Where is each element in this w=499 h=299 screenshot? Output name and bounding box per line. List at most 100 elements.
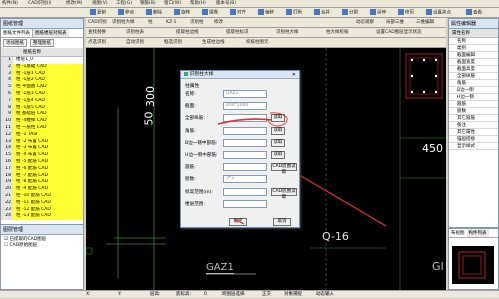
list-item[interactable]: 8柱 -1层5 CAD	[1, 104, 83, 112]
property-row[interactable]: 截面宽度	[449, 59, 498, 66]
dialog-read-button[interactable]: CAD底图读取	[271, 187, 297, 200]
list-item[interactable]: 20 柱 -9 配筋 CAD	[1, 186, 83, 193]
generate-edge-button[interactable]: 生成柱边线	[202, 39, 225, 47]
add-drawing-button[interactable]: 添加图纸	[3, 39, 27, 47]
menu-item-8[interactable]: 版本号(B)	[216, 0, 236, 8]
menu-item-3[interactable]: 视图(V)	[92, 0, 108, 8]
list-item[interactable]: 23 柱 -12 配筋 CAD	[1, 206, 83, 214]
tab-layout-view[interactable]: 布视图	[449, 229, 467, 237]
tab-floor-map[interactable]: 图纸楼层对照表	[33, 29, 69, 37]
column-type-dropdown[interactable]: 柱	[148, 19, 153, 27]
ok-button[interactable]: 确定	[229, 218, 247, 226]
property-row[interactable]: 角筋	[449, 80, 498, 87]
layer-option-original[interactable]: ☐ CAD原始图层	[4, 242, 80, 248]
dialog-read-button[interactable]: CAD底图读取	[271, 163, 297, 175]
list-item[interactable]: 12 柱 -1 TASI	[1, 131, 83, 139]
property-row[interactable]: 类别	[449, 45, 498, 52]
box-recognize-button[interactable]: 框选识别	[164, 39, 182, 47]
dialog-field-input[interactable]: 3*3	[223, 175, 267, 184]
dialog-field-input[interactable]	[223, 138, 267, 147]
toolbar-move-button[interactable]: 移动	[118, 9, 134, 18]
list-item[interactable]: 22 柱 -11 配筋 CAD	[1, 199, 83, 207]
extract-column-edge-button[interactable]: 提取柱边线	[176, 29, 199, 37]
list-item[interactable]: 17 柱 -6 配筋 CAD	[1, 165, 83, 173]
check-element-button[interactable]: 校核柱图元	[246, 39, 269, 47]
cad-recognize-dropdown[interactable]: CAD识别	[88, 19, 107, 27]
local-3d-button[interactable]: 局部三维	[386, 19, 404, 27]
orbit-button[interactable]: 动态观察	[356, 19, 374, 27]
list-item[interactable]: 9柱 基础层 CAD	[1, 111, 83, 119]
property-row[interactable]: 全部纵筋	[449, 73, 498, 80]
toolbar-trim-button[interactable]: 修剪	[398, 9, 414, 18]
property-row[interactable]: 肢数	[449, 108, 498, 115]
dialog-read-button[interactable]: 读取	[271, 138, 285, 147]
cad-layer-display-button[interactable]: 设置CAD图层显示状态	[376, 29, 422, 37]
menu-item-2[interactable]: 修改(M)	[66, 0, 82, 8]
find-replace-button[interactable]: 查找替换	[88, 29, 106, 37]
point-recognize-button[interactable]: 点选识别	[88, 39, 106, 47]
tab-file-list[interactable]: 图纸文件列表	[1, 29, 33, 37]
property-row[interactable]: H边一侧	[449, 94, 498, 101]
dialog-field-input[interactable]	[223, 126, 267, 135]
recognize-column-detail-dropdown[interactable]: 识别柱大样	[112, 19, 135, 27]
tab-component-list[interactable]: 构件列表	[466, 229, 489, 237]
toolbar-copy-button[interactable]: 复制	[90, 9, 106, 18]
list-item[interactable]: 4柱 -1层2 CAD	[1, 77, 83, 85]
menu-item-6[interactable]: 窗口(W)	[164, 0, 181, 8]
auto-recognize-button[interactable]: 自动识别	[126, 39, 144, 47]
3d-edit-button[interactable]: 三维编辑	[416, 19, 434, 27]
menu-item-1[interactable]: CAD识别(I)	[28, 0, 52, 8]
extract-column-label-button[interactable]: 提取柱标识	[226, 29, 249, 37]
toolbar-delete-button[interactable]: 删除	[146, 9, 162, 18]
property-row[interactable]: B边一侧	[449, 87, 498, 94]
list-item[interactable]: 7柱 -1层4 CAD	[1, 97, 83, 105]
modify-button[interactable]: 修改	[214, 19, 223, 27]
dialog-field-input[interactable]: 400*1000	[223, 102, 267, 111]
toolbar-extend-button[interactable]: 延伸	[370, 9, 386, 18]
list-item[interactable]: 10 柱 -4楼梯 CAD	[1, 118, 83, 125]
check-detail-button[interactable]: 柱大样校核	[326, 29, 349, 37]
list-item[interactable]: 1 楼层1_0	[1, 57, 83, 64]
recognize-detail-button[interactable]: 识别柱大样	[276, 29, 299, 37]
dialog-read-button[interactable]: 读取	[271, 114, 285, 123]
list-item[interactable]: 24 柱 -13 配筋 CAD	[1, 213, 83, 221]
dialog-field-input[interactable]	[223, 163, 267, 172]
recognize-column-table-button[interactable]: 识别柱表	[126, 29, 144, 37]
toolbar-merge-button[interactable]: 合并	[314, 9, 330, 18]
property-row[interactable]: 其它箍筋	[449, 115, 498, 122]
toolbar-split-button[interactable]: 分割	[342, 9, 358, 18]
property-row[interactable]: 其它属性	[449, 129, 498, 136]
menu-item-0[interactable]: 构件(N)	[2, 0, 18, 8]
property-row[interactable]: 截面编辑	[449, 52, 498, 59]
list-item[interactable]: 16 柱 -5 配筋 CAD	[1, 158, 83, 166]
list-item[interactable]: 2柱 -1基础 CAD	[1, 63, 83, 71]
list-item[interactable]: 6柱 -1层3 CAD	[1, 90, 83, 98]
list-item[interactable]: 3柱 -1层1 CAD	[1, 70, 83, 78]
list-item[interactable]: 11 柱 一层柱 CAD	[1, 124, 83, 132]
property-row[interactable]: 备注	[449, 122, 498, 129]
dialog-field-input[interactable]: GAZ1	[223, 90, 267, 98]
toolbar-offset-button[interactable]: 偏移	[258, 9, 274, 18]
toolbar-grip-button[interactable]: 设置夹点	[426, 9, 451, 18]
toolbar-rotate-button[interactable]: 旋转	[174, 9, 190, 18]
toolbar-break-button[interactable]: 打断	[286, 9, 302, 18]
property-row[interactable]: 截面高度	[449, 66, 498, 73]
list-item[interactable]: 15 柱 -4 布置 CAD	[1, 152, 83, 159]
menu-item-4[interactable]: 工程(G)	[116, 0, 132, 8]
property-row[interactable]: 名称	[449, 38, 498, 45]
dialog-read-button[interactable]: 读取	[271, 126, 285, 135]
organize-drawing-button[interactable]: 整理图纸	[30, 39, 54, 47]
dialog-read-button[interactable]: 读取	[271, 151, 285, 159]
column-name-dropdown[interactable]: KZ-1	[166, 19, 176, 27]
close-icon[interactable]: ✕	[292, 71, 296, 79]
list-item[interactable]: 19 柱 -8 配筋 CAD	[1, 179, 83, 187]
dialog-field-input[interactable]	[223, 151, 267, 159]
cancel-button[interactable]: 取消	[273, 218, 291, 226]
property-row[interactable]: 箍筋	[449, 101, 498, 108]
property-row[interactable]: 显示样式	[449, 143, 498, 150]
recognize-column-button[interactable]: 识别柱	[190, 19, 204, 27]
toolbar-view-button[interactable]: 查看	[466, 9, 482, 18]
dialog-field-input[interactable]	[223, 199, 267, 208]
dialog-field-input[interactable]	[223, 187, 267, 196]
toolbar-align-button[interactable]: 对齐	[230, 9, 246, 18]
